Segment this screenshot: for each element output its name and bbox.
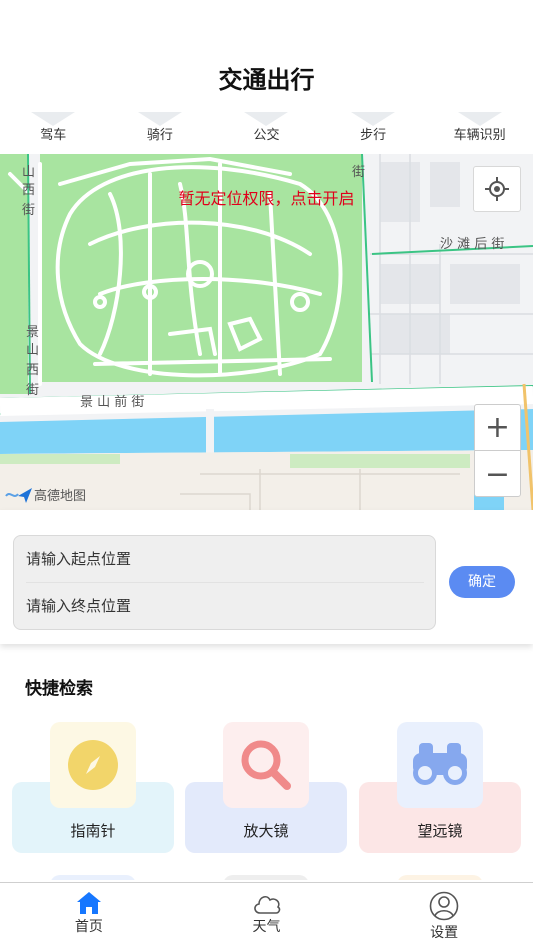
user-icon <box>429 891 459 921</box>
zoom-controls: + − <box>474 404 521 497</box>
tab-weather[interactable]: 天气 <box>178 883 356 948</box>
tab-home[interactable]: 首页 <box>0 883 178 948</box>
svg-text:西: 西 <box>26 363 39 378</box>
crosshair-icon <box>485 177 509 201</box>
end-location-input[interactable]: 请输入终点位置 <box>26 583 424 630</box>
locate-button[interactable] <box>473 166 521 212</box>
bottom-tab-bar: 首页 天气 设置 <box>0 882 533 948</box>
next-row-tile <box>397 875 483 880</box>
confirm-button[interactable]: 确定 <box>449 566 515 598</box>
tab-vehicle-recognition[interactable]: 车辆识别 <box>426 112 533 154</box>
svg-text:街: 街 <box>352 165 365 180</box>
map-view[interactable]: 山西街 街 景山西街 景 山 前 街 沙 滩 后 街 暂无定位权限，点击开启 +… <box>0 154 533 510</box>
quick-search-title: 快捷检索 <box>25 679 93 699</box>
tab-notch <box>351 112 396 126</box>
svg-text:景: 景 <box>26 325 39 340</box>
tab-notch <box>31 112 76 126</box>
binoculars-icon <box>413 743 467 785</box>
tab-ride[interactable]: 骑行 <box>107 112 214 154</box>
svg-text:山: 山 <box>22 165 35 180</box>
zoom-in-button[interactable]: + <box>475 405 520 451</box>
tab-label: 设置 <box>430 925 459 941</box>
next-row-tile <box>50 875 136 880</box>
tab-label: 步行 <box>360 128 387 143</box>
start-location-input[interactable]: 请输入起点位置 <box>26 536 424 583</box>
tool-icon-tile <box>223 722 309 808</box>
tab-label: 首页 <box>74 919 103 935</box>
travel-mode-tabs: 驾车 骑行 公交 步行 车辆识别 <box>0 112 533 154</box>
tool-icon-tile <box>397 722 483 808</box>
tool-label: 望远镜 <box>417 822 463 840</box>
tab-label: 骑行 <box>146 128 173 143</box>
map-logo-text: 高德地图 <box>34 489 87 504</box>
tab-label: 公交 <box>253 128 280 143</box>
tab-drive[interactable]: 驾车 <box>0 112 107 154</box>
route-input-group: 请输入起点位置 请输入终点位置 <box>13 535 436 630</box>
tool-label: 放大镜 <box>243 822 289 840</box>
tab-label: 天气 <box>252 919 281 935</box>
location-permission-notice[interactable]: 暂无定位权限，点击开启 <box>0 185 533 209</box>
map-provider-logo: 高德地图 <box>4 485 86 504</box>
quick-tools-grid: 指南针 放大镜 望远镜 <box>0 720 533 880</box>
cloud-icon <box>253 895 280 914</box>
amap-logo-icon <box>5 487 32 503</box>
magnifier-icon <box>241 740 291 790</box>
compass-icon <box>68 740 118 790</box>
home-icon <box>76 892 101 914</box>
svg-text:景 山 前 街: 景 山 前 街 <box>80 394 144 410</box>
tab-notch <box>457 112 502 126</box>
page-title: 交通出行 <box>218 66 315 94</box>
next-row-tile <box>223 875 309 880</box>
tab-bus[interactable]: 公交 <box>213 112 320 154</box>
tab-label: 车辆识别 <box>453 128 506 143</box>
svg-text:街: 街 <box>26 383 39 398</box>
svg-text:山: 山 <box>26 343 39 358</box>
tab-notch <box>244 112 289 126</box>
tab-settings[interactable]: 设置 <box>355 883 533 948</box>
zoom-out-button[interactable]: − <box>475 451 520 497</box>
tab-walk[interactable]: 步行 <box>320 112 427 154</box>
tool-label: 指南针 <box>70 822 116 840</box>
svg-text:沙 滩 后 街: 沙 滩 后 街 <box>440 237 504 252</box>
tab-label: 驾车 <box>40 128 67 143</box>
route-panel: 请输入起点位置 请输入终点位置 确定 <box>0 510 533 644</box>
tool-icon-tile <box>50 722 136 808</box>
app-header: 交通出行 <box>0 0 533 112</box>
tab-notch <box>137 112 182 126</box>
